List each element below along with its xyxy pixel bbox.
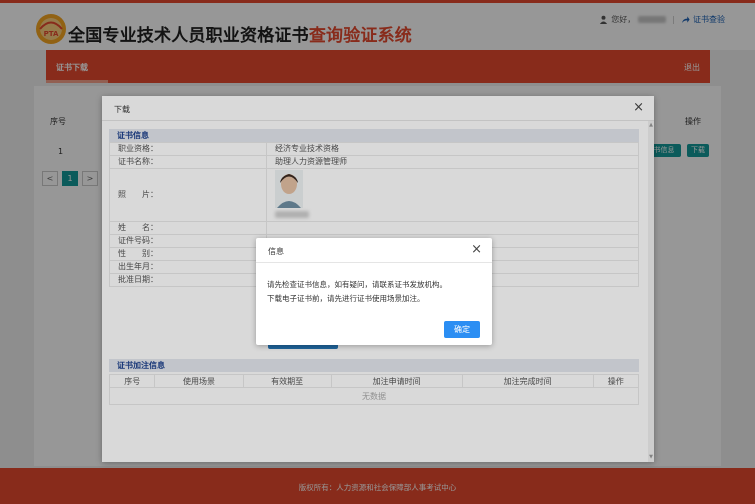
alert-divider	[256, 262, 492, 263]
alert-title: 信息	[268, 247, 284, 256]
info-alert-dialog: 信息 × 请先检查证书信息，如有疑问，请联系证书发放机构。 下载电子证书前，请先…	[256, 238, 492, 345]
confirm-button[interactable]: 确定	[444, 321, 480, 338]
alert-message-line1: 请先检查证书信息，如有疑问，请联系证书发放机构。	[267, 280, 447, 289]
alert-message-line2: 下载电子证书前，请先进行证书使用场景加注。	[267, 294, 425, 303]
alert-close-icon[interactable]: ×	[471, 242, 482, 257]
alert-message: 请先检查证书信息，如有疑问，请联系证书发放机构。 下载电子证书前，请先进行证书使…	[267, 278, 447, 306]
